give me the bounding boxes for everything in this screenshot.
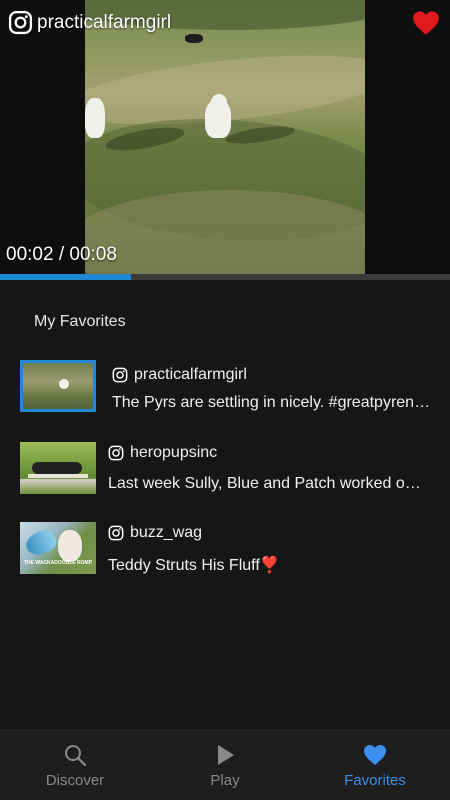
instagram-icon <box>108 525 124 541</box>
heart-icon[interactable] <box>412 10 440 36</box>
video-player[interactable]: practicalfarmgirl 00:02 / 00:08 <box>0 0 450 280</box>
video-thumbnail[interactable] <box>20 442 96 494</box>
nav-label: Favorites <box>344 772 406 789</box>
nav-item-favorites[interactable]: Favorites <box>300 731 450 800</box>
item-caption: The Pyrs are settling in nicely. #greatp… <box>112 394 432 411</box>
play-icon <box>218 745 234 765</box>
item-username: practicalfarmgirl <box>134 366 247 383</box>
video-account-handle: practicalfarmgirl <box>37 11 172 33</box>
video-thumbnail[interactable] <box>20 360 96 412</box>
bottom-nav: Discover Play Favorites <box>0 730 450 800</box>
nav-label: Play <box>210 772 240 789</box>
list-item[interactable]: heropupsinc Last week Sully, Blue and Pa… <box>0 442 450 498</box>
heart-icon <box>364 745 386 765</box>
heart-emoji: ❣️ <box>259 557 280 574</box>
instagram-icon <box>108 445 124 461</box>
video-frame[interactable] <box>85 0 365 280</box>
search-icon <box>65 745 87 767</box>
video-progress-bar[interactable] <box>0 274 450 280</box>
list-item[interactable]: practicalfarmgirl The Pyrs are settling … <box>0 360 450 416</box>
video-timecode: 00:02 / 00:08 <box>6 244 117 265</box>
thumbnail-text: THE WACKADOODLE ROMP <box>24 560 93 566</box>
nav-item-discover[interactable]: Discover <box>0 731 150 800</box>
item-caption: Last week Sully, Blue and Patch worked o… <box>108 475 428 492</box>
nav-label: Discover <box>45 772 105 789</box>
item-caption: Teddy Struts His Fluff❣️ <box>108 555 428 575</box>
video-thumbnail[interactable]: THE WACKADOODLE ROMP <box>20 522 96 574</box>
list-item[interactable]: THE WACKADOODLE ROMP buzz_wag Teddy Stru… <box>0 522 450 578</box>
item-username: heropupsinc <box>130 444 218 461</box>
nav-item-play[interactable]: Play <box>150 731 300 800</box>
instagram-icon <box>8 10 33 35</box>
video-account[interactable]: practicalfarmgirl <box>8 10 171 35</box>
section-title: My Favorites <box>34 313 126 330</box>
video-progress-fill <box>0 274 131 280</box>
instagram-icon <box>112 367 128 383</box>
app-screen: practicalfarmgirl 00:02 / 00:08 My Favor… <box>0 0 450 800</box>
item-caption-text: Teddy Struts His Fluff <box>108 557 260 574</box>
item-username: buzz_wag <box>130 524 203 541</box>
